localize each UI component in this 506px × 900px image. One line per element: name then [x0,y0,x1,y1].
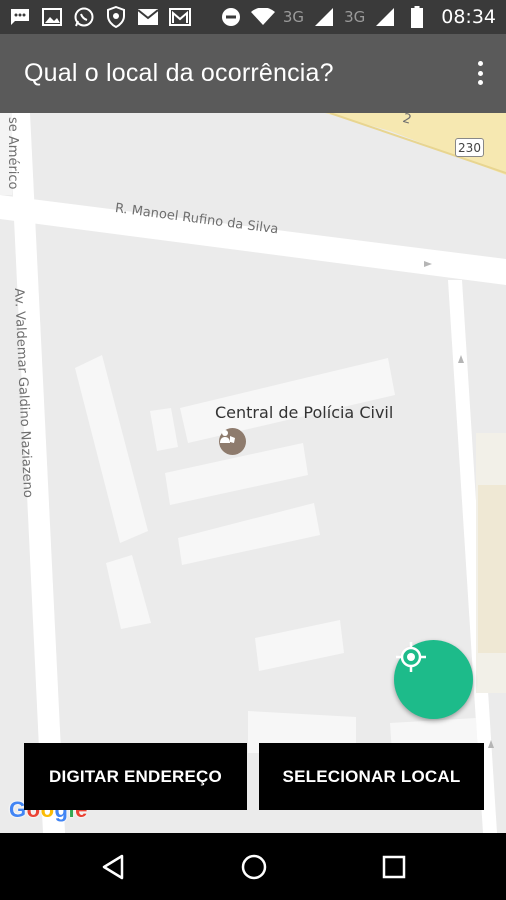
navigation-bar [0,833,506,900]
signal-icon [312,5,336,29]
recents-button[interactable] [378,851,410,883]
image-icon [40,5,64,29]
back-icon [102,854,124,880]
signal-icon [373,5,397,29]
more-vert-icon [477,61,483,66]
do-not-disturb-icon [219,5,243,29]
building [75,355,148,543]
police-icon[interactable] [219,428,246,455]
building [180,358,395,443]
wifi-icon [250,5,275,29]
building [106,555,151,629]
page-title: Qual o local da ocorrência? [24,59,334,87]
battery-icon [405,5,429,29]
road-manoel-rufino [0,195,506,285]
back-button[interactable] [97,851,129,883]
select-location-button[interactable]: SELECIONAR LOCAL [259,743,484,810]
chat-icon [8,5,32,29]
building [150,408,178,451]
network-type-2: 3G [344,8,366,26]
poi-label[interactable]: Central de Polícia Civil [215,403,393,422]
street-label-americo: se Américo [5,117,20,190]
mail-icon [136,5,160,29]
clock: 08:34 [441,6,496,28]
home-button[interactable] [238,851,270,883]
building [255,620,344,671]
my-location-button[interactable] [394,640,473,719]
type-address-button[interactable]: DIGITAR ENDEREÇO [24,743,247,810]
status-bar: 3G 3G 08:34 [0,0,506,34]
recents-icon [382,855,406,879]
building [178,503,320,565]
road-shield: 230 [455,138,484,157]
gmail-icon [168,5,192,29]
network-type-1: 3G [282,8,305,26]
shield-icon [104,5,128,29]
map-view[interactable]: 230 2 se Américo R. Manoel Rufino da Sil… [0,113,506,833]
more-options-button[interactable] [468,56,492,90]
app-bar: Qual o local da ocorrência? [0,34,506,113]
home-icon [241,854,267,880]
whatsapp-icon [72,5,96,29]
my-location-icon [396,642,426,672]
